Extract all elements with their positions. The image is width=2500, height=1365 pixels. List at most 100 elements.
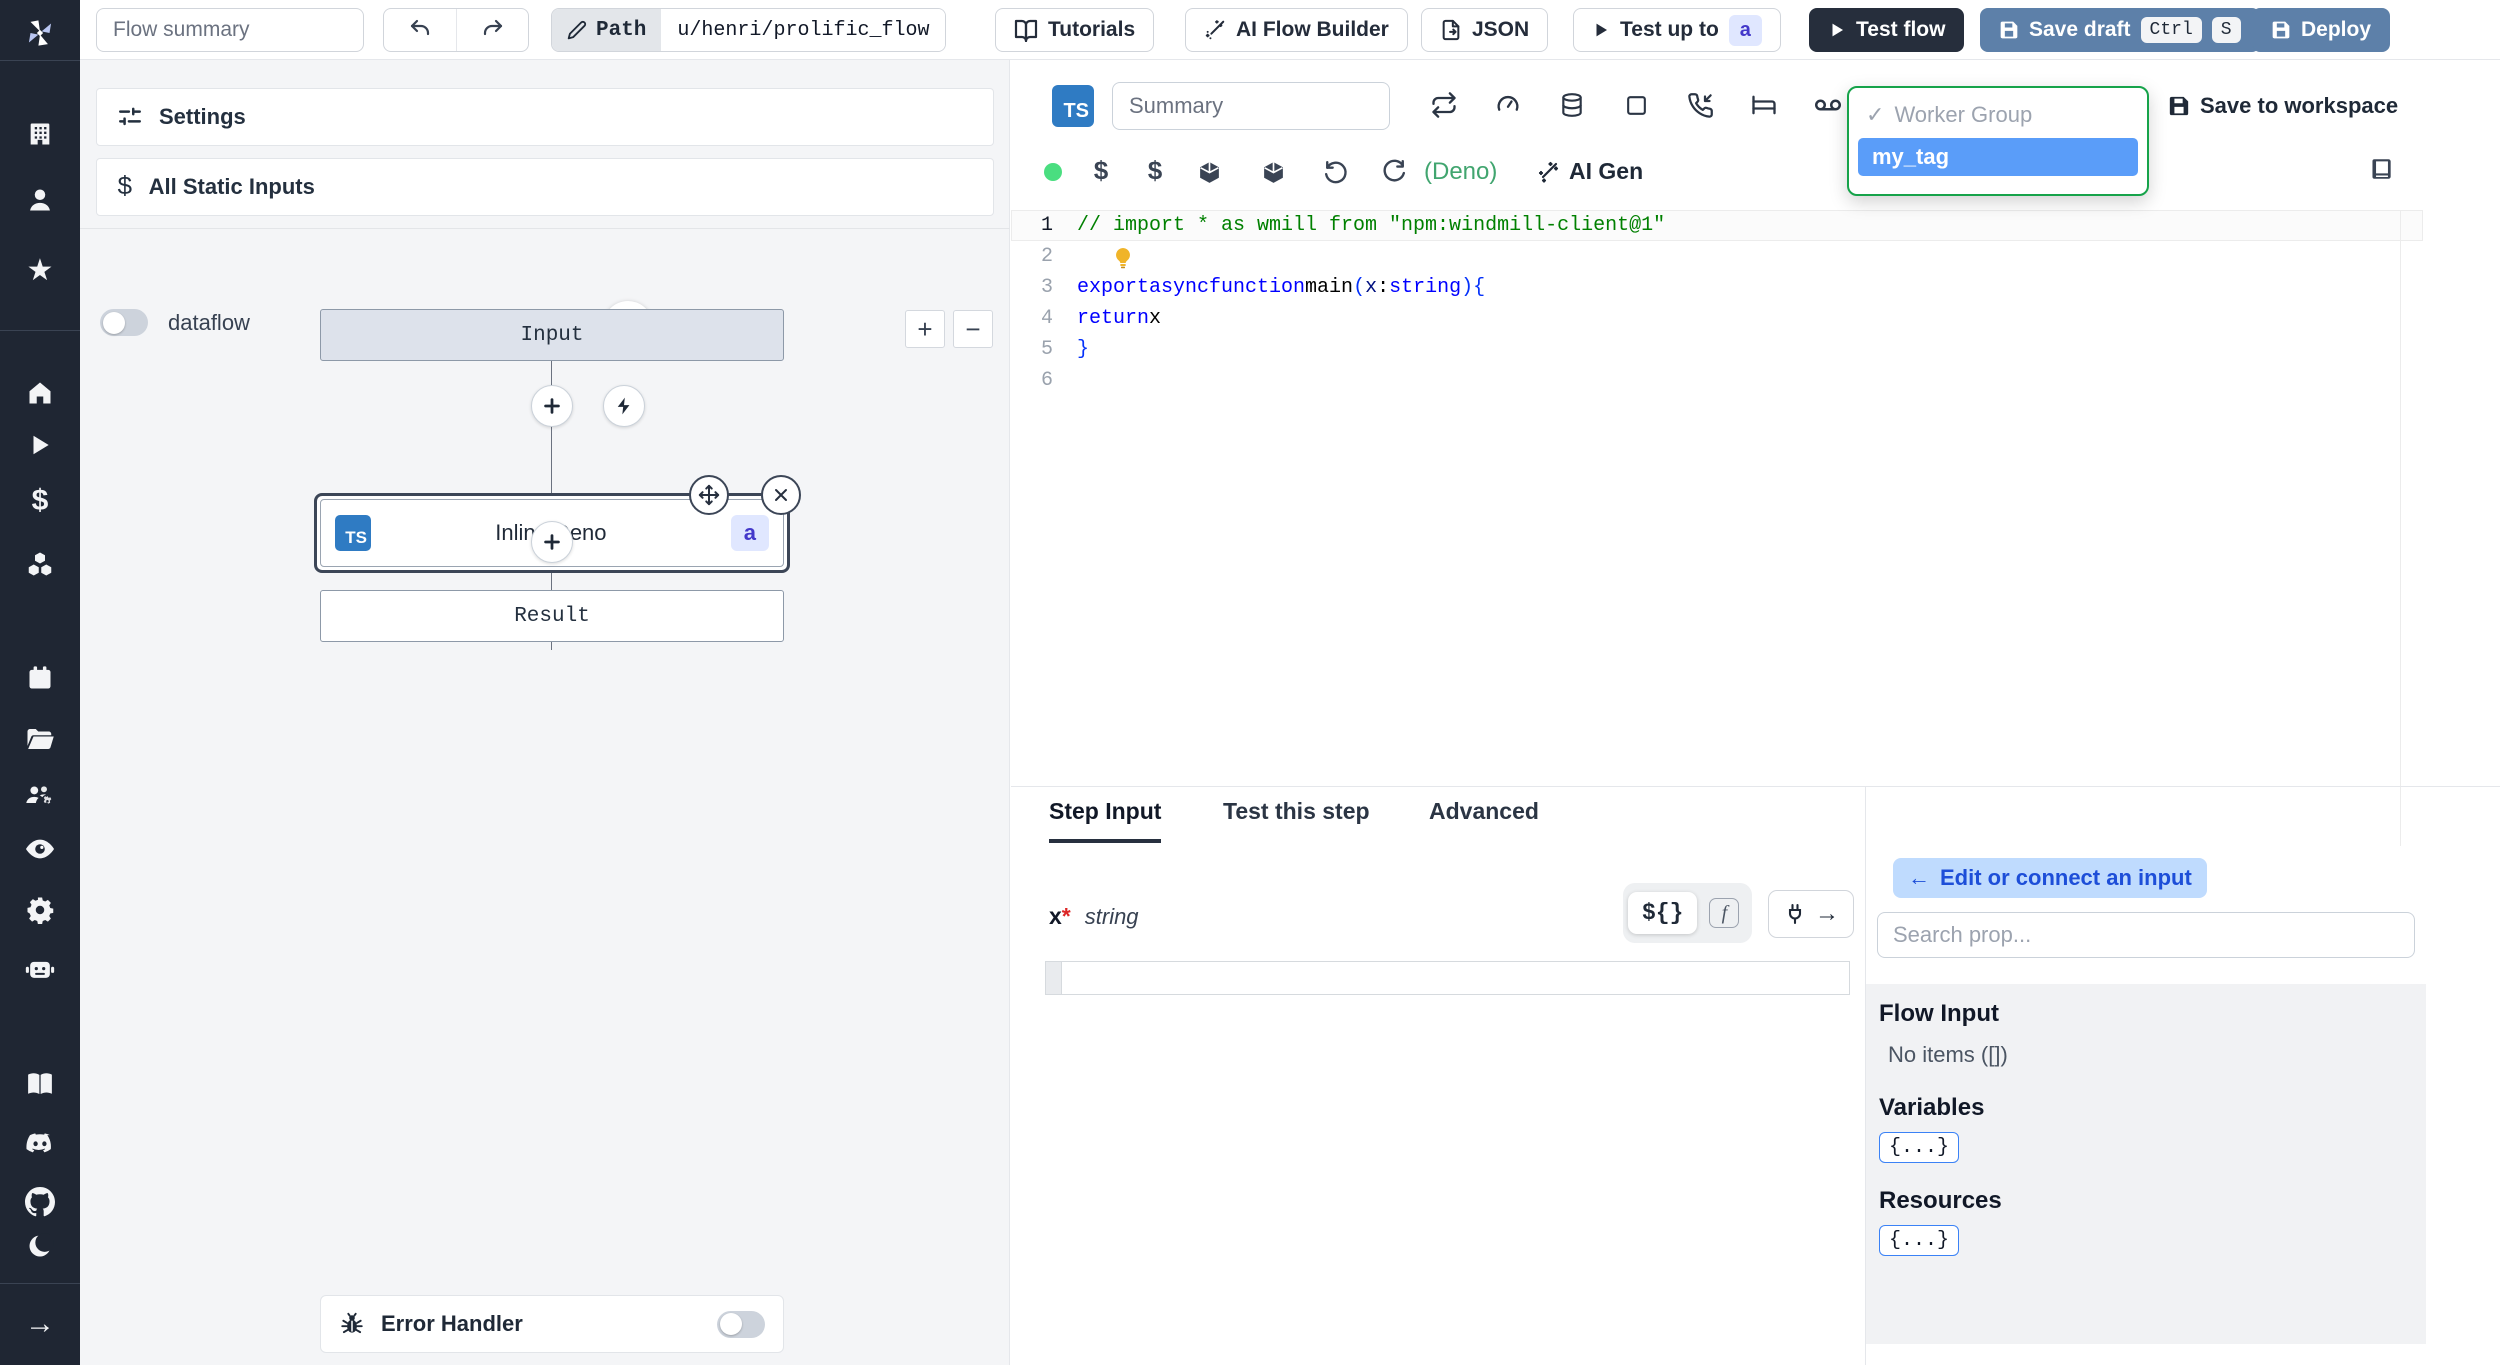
flow-node-result[interactable]: Result [320,590,784,642]
favorites-star-icon[interactable]: ★ [0,252,80,288]
edit-or-connect-button[interactable]: ← Edit or connect an input [1893,858,2207,898]
resource-cube-icon-2[interactable] [1253,152,1293,192]
variables-dollar-icon[interactable]: $ [0,483,80,519]
all-static-inputs-label: All Static Inputs [148,174,315,199]
save-to-workspace-label: Save to workspace [2200,93,2399,118]
reset-rotate-ccw-icon[interactable] [1317,152,1357,192]
flow-node-input[interactable]: Input [320,309,784,361]
expand-sidebar-arrow-icon[interactable]: → [0,1306,80,1342]
sleep-bed-icon[interactable] [1741,82,1787,128]
tab-step-input[interactable]: Step Input [1049,798,1162,843]
error-handler-toggle[interactable] [717,1310,765,1338]
static-inputs-dollar-icon[interactable]: $ [1081,152,1121,192]
undo-button[interactable] [384,9,456,51]
ai-flow-builder-button[interactable]: AI Flow Builder [1185,8,1408,52]
discord-icon[interactable] [0,1126,80,1162]
editor-gutter [1046,962,1062,994]
user-icon[interactable] [0,182,80,218]
error-handler-label: Error Handler [381,1311,523,1336]
github-icon[interactable] [0,1184,80,1220]
workspace-building-icon[interactable] [0,116,80,152]
resource-cube-icon[interactable] [1189,152,1229,192]
editor-scrollbar[interactable] [2400,210,2401,846]
script-library-icon[interactable] [2369,156,2395,182]
folders-icon[interactable] [0,721,80,757]
props-tree: Flow Input No items ([]) Variables {...}… [1866,984,2426,1344]
worker-group-selected-tag[interactable]: my_tag [1858,138,2138,176]
ai-gen-button[interactable]: AI Gen [1536,158,1643,185]
typescript-badge: TS [335,515,371,551]
code-editor[interactable]: 1// import * as wmill from "npm:windmill… [1011,210,2423,846]
audit-eye-icon[interactable] [0,831,80,867]
zoom-out-button[interactable]: − [953,310,993,348]
code-line[interactable]: 4 return x [1011,303,2423,334]
code-line[interactable]: 5} [1011,334,2423,365]
home-icon[interactable] [0,375,80,411]
deploy-button[interactable]: Deploy [2252,8,2391,52]
save-icon [2271,20,2291,40]
worker-group-option[interactable]: ✓ Worker Group [1858,98,2138,132]
dark-mode-moon-icon[interactable] [0,1228,80,1264]
undo-redo-group [383,8,529,52]
add-step-button-top[interactable] [531,385,573,427]
lightbulb-icon[interactable] [1111,246,1135,270]
book-open-icon [1014,18,1038,42]
expr-mode-toggle[interactable]: ${} [1628,892,1698,934]
shared-dir-voicemail-icon[interactable] [1805,82,1851,128]
ai-gen-label: AI Gen [1569,158,1644,184]
save-draft-button[interactable]: Save draft Ctrl S [1980,8,2260,52]
all-static-inputs-row[interactable]: $ All Static Inputs [96,158,994,216]
delete-node-button[interactable] [761,475,801,515]
tab-advanced[interactable]: Advanced [1429,798,1539,839]
mock-square-icon[interactable] [1613,82,1659,128]
edit-or-connect-label: Edit or connect an input [1940,865,2192,890]
sliders-icon [117,104,143,130]
save-draft-label: Save draft [2029,18,2131,41]
groups-users-gear-icon[interactable] [0,777,80,813]
json-button[interactable]: JSON [1421,8,1549,52]
variables-dollar-icon-2[interactable]: $ [1135,152,1175,192]
code-line[interactable]: 3 export async function main(x: string) { [1011,272,2423,303]
arg-type: string [1084,904,1139,929]
windmill-flow-editor: ★ $ → Flow summary Path u/henri/prolific… [0,0,2500,1365]
runs-play-icon[interactable] [0,427,80,463]
refresh-icon[interactable] [1373,152,1413,192]
flow-summary-input[interactable] [96,8,364,52]
move-node-handle[interactable] [689,475,729,515]
test-flow-button[interactable]: Test flow [1809,8,1965,52]
variables-object-chip[interactable]: {...} [1879,1132,1960,1163]
test-up-to-button[interactable]: Test up to a [1573,8,1781,52]
retry-icon[interactable] [1421,82,1467,128]
schedules-calendar-icon[interactable] [0,660,80,696]
resources-cubes-icon[interactable] [0,546,80,582]
dataflow-toggle[interactable] [100,309,148,336]
fn-mode-toggle[interactable]: f [1709,898,1740,928]
ai-robot-icon[interactable] [0,950,80,986]
code-line[interactable]: 1// import * as wmill from "npm:windmill… [1011,210,2423,241]
check-icon: ✓ [1866,102,1885,127]
error-handler-row[interactable]: Error Handler [320,1295,784,1353]
arg-x-value-input[interactable] [1062,962,1849,994]
settings-gear-icon[interactable] [0,892,80,928]
path-split-button[interactable]: Path u/henri/prolific_flow [551,8,947,52]
zoom-in-button[interactable]: + [905,310,945,348]
windmill-logo-icon[interactable] [0,12,80,54]
flow-settings-row[interactable]: Settings [96,88,994,146]
code-line[interactable]: 2 [1011,241,2423,272]
resources-object-chip[interactable]: {...} [1879,1225,1960,1256]
save-to-workspace-button[interactable]: Save to workspace [2168,93,2398,119]
tutorials-button[interactable]: Tutorials [995,8,1155,52]
search-prop-input[interactable] [1877,912,2415,958]
step-summary-input[interactable] [1112,82,1390,130]
connect-input-plug-button[interactable]: → [1768,890,1854,938]
trigger-bolt-button[interactable] [603,385,645,427]
docs-book-icon[interactable] [0,1066,80,1102]
bug-icon [339,1311,365,1337]
add-step-button-bottom[interactable] [531,521,573,563]
tab-test-this-step[interactable]: Test this step [1223,798,1370,839]
suspend-phone-icon[interactable] [1677,82,1723,128]
code-line[interactable]: 6 [1011,365,2423,396]
redo-button[interactable] [456,9,528,51]
timeout-gauge-icon[interactable] [1485,82,1531,128]
cache-database-icon[interactable] [1549,82,1595,128]
